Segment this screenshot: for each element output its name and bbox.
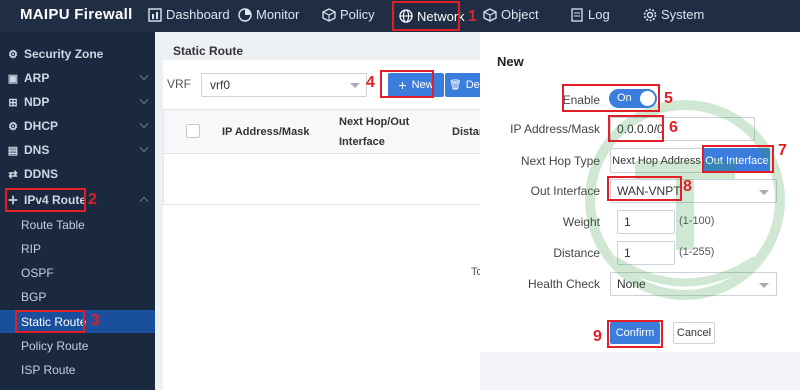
chevron-up-icon	[139, 196, 149, 206]
nav-log[interactable]: Log	[570, 7, 610, 22]
nav-dashboard-label: Dashboard	[166, 7, 230, 22]
chevron-down-icon	[139, 143, 149, 153]
chevron-down-icon	[139, 119, 149, 129]
column-header-next-hop: Next Hop/Out	[339, 116, 410, 128]
nav-monitor[interactable]: Monitor	[238, 7, 299, 22]
ddns-icon: ⇄	[8, 168, 18, 181]
annotation-number: 1	[468, 8, 477, 25]
annotation-number: 4	[366, 74, 375, 91]
sidebar-sub-route-table[interactable]: Route Table	[0, 213, 155, 236]
vrf-select[interactable]: vrf0	[201, 73, 367, 97]
sidebar-sub-label: OSPF	[21, 265, 54, 280]
delete-button[interactable]: 🗑 De	[445, 73, 485, 97]
ndp-icon: ⊞	[8, 96, 18, 109]
sidebar-item-label: NDP	[24, 95, 50, 109]
monitor-icon	[238, 7, 252, 22]
chevron-down-icon	[139, 71, 149, 81]
dialog-footer	[480, 352, 800, 390]
sidebar-item-label: DNS	[24, 143, 50, 157]
nav-system-label: System	[661, 7, 705, 22]
annotation-number: 3	[91, 312, 100, 329]
delete-button-label: De	[465, 79, 480, 91]
sidebar-sub-label: BGP	[21, 289, 47, 304]
nav-log-label: Log	[588, 7, 610, 22]
sidebar-sub-bgp[interactable]: BGP	[0, 285, 155, 308]
sidebar-item-dns[interactable]: ▤ DNS	[0, 138, 155, 162]
sidebar-item-dhcp[interactable]: ⚙ DHCP	[0, 114, 155, 138]
nav-monitor-label: Monitor	[256, 7, 300, 22]
sidebar-item-label: Security Zone	[24, 47, 104, 61]
sidebar-sub-label: RIP	[21, 241, 42, 256]
nav-dashboard[interactable]: Dashboard	[148, 7, 230, 22]
app-brand: MAIPU Firewall	[20, 6, 133, 23]
annotation-number: 5	[664, 90, 673, 107]
annotation-number: 8	[683, 178, 692, 195]
main-content: Static Route VRF vrf0 + New 🗑 De IP Addr…	[155, 32, 486, 390]
nav-policy-label: Policy	[340, 7, 375, 22]
sidebar-sub-label: ISP Route	[21, 362, 76, 377]
sidebar-item-label: ARP	[24, 71, 50, 85]
sidebar-sub-label: Route Table	[21, 217, 85, 232]
dialog-header: New	[480, 32, 800, 78]
gear-icon: ⚙	[8, 48, 18, 61]
page-title: Static Route	[173, 44, 244, 58]
sidebar-item-arp[interactable]: ▣ ARP	[0, 66, 155, 90]
dhcp-icon: ⚙	[8, 120, 18, 133]
sidebar-item-label: DDNS	[24, 167, 59, 181]
annotation-number: 7	[778, 142, 787, 159]
chevron-down-icon	[350, 83, 360, 88]
sidebar-item-ddns[interactable]: ⇄ DDNS	[0, 162, 155, 186]
select-all-checkbox[interactable]	[186, 124, 200, 138]
sidebar-item-security-zone[interactable]: ⚙ Security Zone	[0, 42, 155, 66]
cancel-button[interactable]: Cancel	[673, 322, 715, 344]
nav-system[interactable]: System	[643, 7, 704, 22]
annotation-box-network	[392, 1, 460, 31]
annotation-box-wan	[607, 176, 682, 201]
log-icon	[571, 7, 583, 22]
sidebar-sub-ospf[interactable]: OSPF	[0, 261, 155, 284]
vrf-label: VRF	[167, 77, 191, 91]
dns-icon: ▤	[7, 144, 19, 157]
column-header-ip: IP Address/Mask	[222, 126, 310, 138]
dashboard-icon	[148, 7, 162, 22]
vrf-value: vrf0	[210, 78, 231, 92]
annotation-box-new-button	[380, 70, 434, 98]
annotation-number: 2	[88, 191, 97, 208]
sidebar-item-ndp[interactable]: ⊞ NDP	[0, 90, 155, 114]
sidebar-sub-label: Policy Route	[21, 338, 89, 353]
annotation-box-enable	[562, 84, 660, 112]
nav-object-label: Object	[501, 7, 539, 22]
nav-object[interactable]: Object	[483, 7, 539, 22]
annotation-number: 6	[669, 119, 678, 136]
annotation-box-ipv4-route	[5, 188, 86, 212]
cube-icon	[483, 7, 497, 22]
arp-icon: ▣	[7, 72, 19, 85]
column-header-interface: Interface	[339, 136, 385, 148]
dialog-title: New	[497, 54, 524, 69]
annotation-box-out-interface	[702, 145, 774, 173]
trash-icon: 🗑	[449, 79, 462, 91]
policy-icon	[322, 7, 336, 22]
annotation-number: 9	[593, 328, 602, 345]
annotation-box-confirm	[607, 320, 663, 348]
chevron-down-icon	[139, 95, 149, 105]
annotation-box-static-route	[15, 310, 85, 333]
annotation-box-ip-address	[608, 115, 664, 142]
nav-policy[interactable]: Policy	[322, 7, 375, 22]
sidebar-item-label: DHCP	[24, 119, 59, 133]
sidebar-sub-rip[interactable]: RIP	[0, 237, 155, 260]
sidebar-sub-policy-route[interactable]: Policy Route	[0, 334, 155, 357]
table-header: IP Address/Mask Next Hop/Out Interface D…	[164, 110, 486, 154]
sidebar-sub-isp-route[interactable]: ISP Route	[0, 358, 155, 381]
static-route-table: IP Address/Mask Next Hop/Out Interface D…	[163, 109, 486, 205]
gear-icon	[643, 8, 657, 21]
